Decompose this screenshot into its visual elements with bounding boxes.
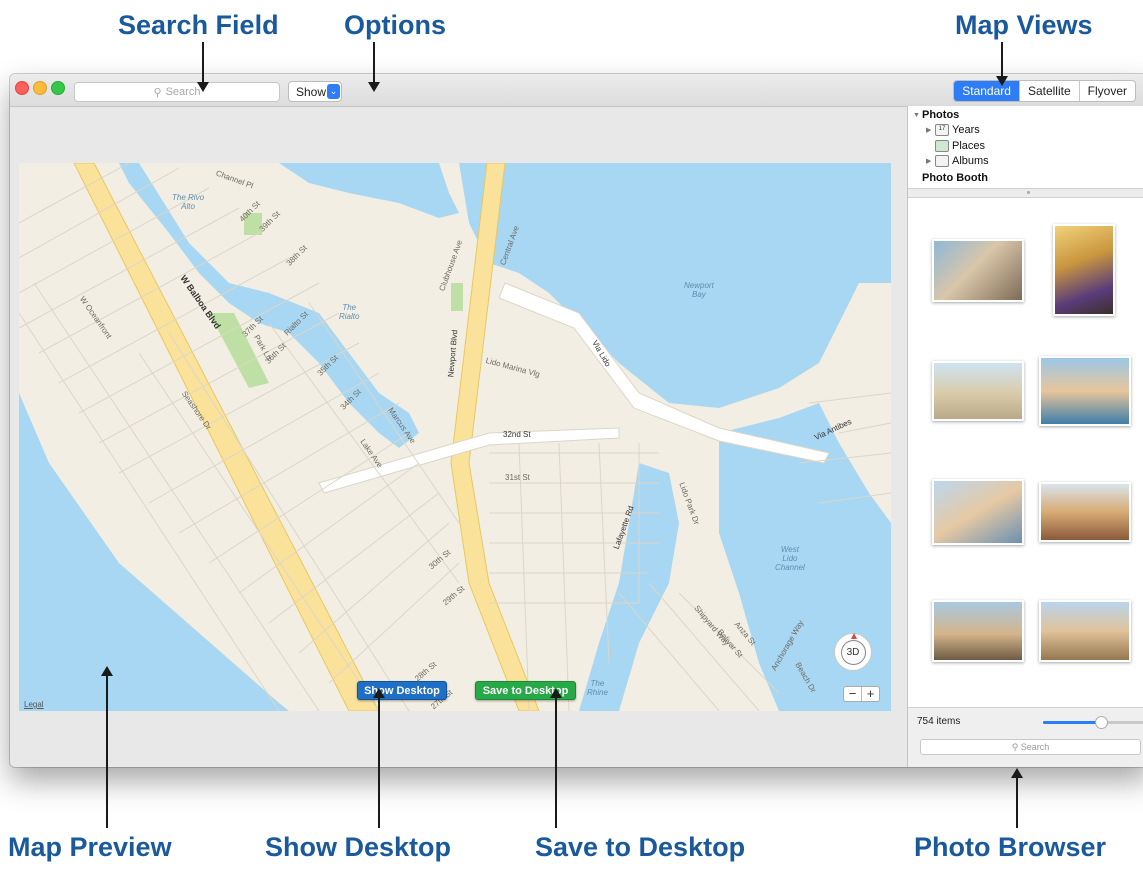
photo-thumbnail[interactable] bbox=[932, 600, 1024, 662]
street-label: 32nd St bbox=[503, 430, 531, 439]
callout-map-views: Map Views bbox=[955, 10, 1093, 40]
photo-thumbnail[interactable] bbox=[1053, 224, 1115, 316]
callout-arrow bbox=[550, 688, 562, 828]
photo-thumbnail[interactable] bbox=[1039, 600, 1131, 662]
photo-source-tree: ▼ Photos ▶ 17 Years Places ▶ Albums Phot… bbox=[908, 106, 1143, 188]
thumbnail-size-slider[interactable] bbox=[1043, 716, 1143, 729]
zoom-window-button[interactable] bbox=[51, 81, 65, 95]
tree-label: Photos bbox=[922, 109, 960, 121]
tree-item-years[interactable]: ▶ 17 Years bbox=[926, 123, 980, 137]
water-label: The Rhine bbox=[587, 679, 608, 697]
callout-arrow bbox=[373, 688, 385, 828]
compass-3d-button[interactable]: 3D bbox=[834, 633, 872, 671]
tree-label: Albums bbox=[952, 155, 989, 167]
photo-thumbnail[interactable] bbox=[932, 361, 1024, 421]
disclosure-open-icon: ▼ bbox=[913, 111, 920, 119]
callout-options: Options bbox=[344, 10, 446, 40]
callout-arrow bbox=[101, 666, 113, 828]
chevron-down-icon: ⌄ bbox=[327, 84, 340, 99]
photo-grid bbox=[908, 198, 1143, 708]
tree-item-places[interactable]: Places bbox=[935, 139, 985, 153]
search-field[interactable]: ⚲ Search bbox=[74, 82, 280, 102]
tree-label: Places bbox=[952, 140, 986, 152]
callout-map-preview: Map Preview bbox=[8, 832, 172, 862]
map-icon bbox=[935, 140, 949, 152]
photo-browser: ▼ Photos ▶ 17 Years Places ▶ Albums Phot… bbox=[907, 106, 1143, 767]
minimize-window-button[interactable] bbox=[33, 81, 47, 95]
titlebar: ⚲ Search Show ⌄ Standard Satellite Flyov… bbox=[10, 74, 1143, 107]
map-preview[interactable]: Channel Pl 40th St 39th St 38th St 37th … bbox=[19, 163, 891, 711]
calendar-icon: 17 bbox=[935, 124, 949, 136]
zoom-out-button[interactable]: − bbox=[844, 687, 862, 701]
search-placeholder: Search bbox=[165, 86, 201, 98]
callout-arrow bbox=[368, 42, 380, 92]
tree-item-photos[interactable]: ▼ Photos bbox=[913, 108, 959, 122]
magnifier-icon: ⚲ bbox=[1011, 741, 1021, 752]
tree-label: Photo Booth bbox=[922, 172, 988, 184]
show-label: Show bbox=[296, 84, 327, 99]
callout-save-to-desktop: Save to Desktop bbox=[535, 832, 746, 862]
photo-search-field[interactable]: ⚲ Search bbox=[920, 739, 1141, 755]
zoom-in-button[interactable]: + bbox=[862, 687, 879, 701]
zoom-control: − + bbox=[843, 686, 880, 702]
tree-item-photo-booth[interactable]: Photo Booth bbox=[922, 171, 988, 185]
callout-photo-browser: Photo Browser bbox=[914, 832, 1107, 862]
map-view-segmented-control: Standard Satellite Flyover bbox=[953, 80, 1136, 102]
main-window: ⚲ Search Show ⌄ Standard Satellite Flyov… bbox=[10, 74, 1143, 767]
callout-arrow bbox=[1011, 768, 1023, 828]
compass-3d-label: 3D bbox=[840, 639, 866, 665]
street-label: 31st St bbox=[505, 473, 530, 482]
water-label: The Rivo Alto bbox=[172, 193, 205, 211]
photo-thumbnail[interactable] bbox=[1039, 356, 1131, 426]
tab-flyover[interactable]: Flyover bbox=[1078, 81, 1135, 101]
tree-label: Years bbox=[952, 124, 980, 136]
item-count: 754 items bbox=[917, 716, 961, 727]
photo-thumbnail[interactable] bbox=[932, 239, 1024, 302]
show-popup-button[interactable]: Show ⌄ bbox=[288, 81, 342, 102]
callout-show-desktop: Show Desktop bbox=[265, 832, 452, 862]
callout-search-field: Search Field bbox=[118, 10, 279, 40]
water-label: Newport Bay bbox=[684, 281, 714, 299]
slider-knob[interactable] bbox=[1094, 716, 1108, 729]
legal-link[interactable]: Legal bbox=[24, 700, 44, 709]
slider-fill bbox=[1043, 721, 1101, 724]
split-divider[interactable] bbox=[908, 188, 1143, 198]
disclosure-closed-icon: ▶ bbox=[926, 158, 932, 165]
album-icon bbox=[935, 155, 949, 167]
photo-thumbnail[interactable] bbox=[1039, 482, 1131, 542]
tree-item-albums[interactable]: ▶ Albums bbox=[926, 154, 989, 168]
photo-search-placeholder: Search bbox=[1020, 742, 1050, 752]
tab-standard[interactable]: Standard bbox=[954, 81, 1019, 101]
water-label: The Rialto bbox=[339, 303, 360, 321]
callout-arrow bbox=[996, 42, 1008, 86]
compass-needle-icon bbox=[851, 633, 857, 639]
callout-arrow bbox=[197, 42, 209, 92]
show-desktop-button[interactable]: Show Desktop bbox=[357, 681, 447, 700]
magnifier-icon: ⚲ bbox=[153, 86, 162, 99]
disclosure-closed-icon: ▶ bbox=[926, 127, 932, 134]
photo-thumbnail[interactable] bbox=[932, 479, 1024, 545]
photo-browser-footer: 754 items ⚲ Search bbox=[908, 707, 1143, 767]
water-label: West Lido Channel bbox=[775, 545, 805, 572]
tab-satellite[interactable]: Satellite bbox=[1018, 81, 1079, 101]
close-window-button[interactable] bbox=[15, 81, 29, 95]
